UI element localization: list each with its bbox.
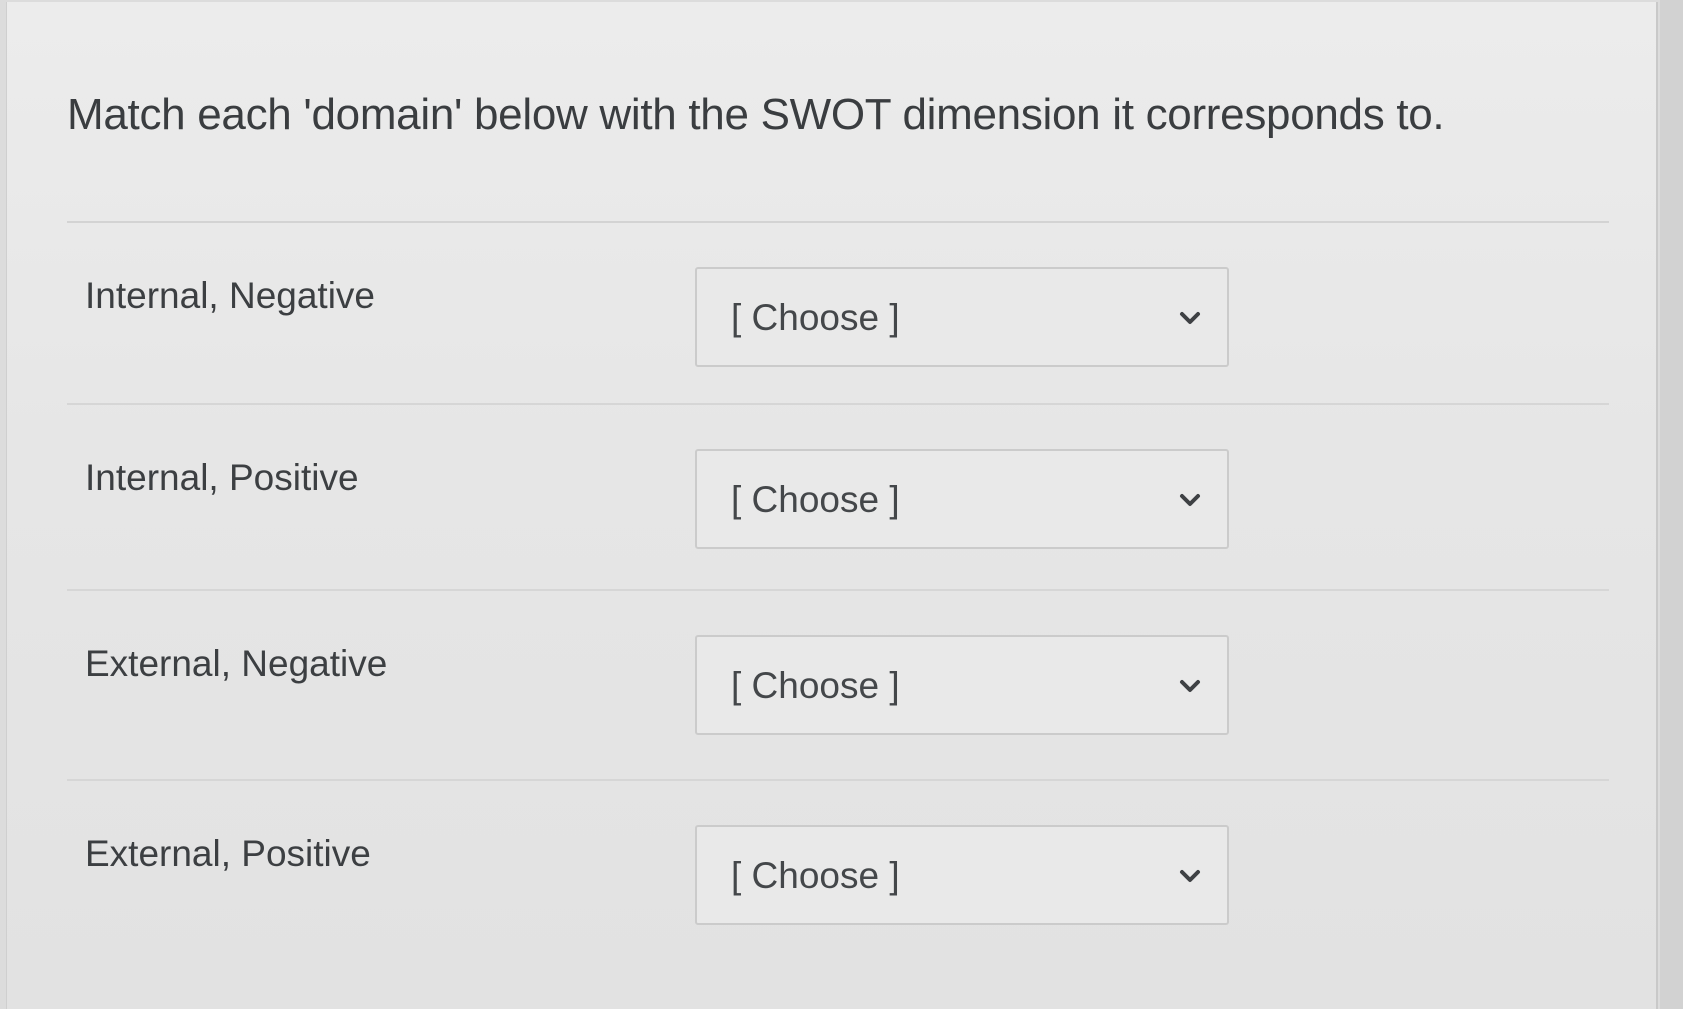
match-row-external-positive: External, Positive [ Choose ]: [67, 781, 1609, 961]
domain-label: External, Negative: [85, 643, 388, 684]
chevron-down-icon: [1180, 680, 1200, 692]
select-value: [ Choose ]: [731, 665, 900, 706]
match-row-internal-positive: Internal, Positive [ Choose ]: [67, 405, 1609, 585]
domain-label: Internal, Positive: [85, 457, 359, 498]
select-value: [ Choose ]: [731, 297, 900, 338]
match-row-internal-negative: Internal, Negative [ Choose ]: [67, 223, 1609, 403]
domain-label: External, Positive: [85, 833, 371, 874]
choose-select-internal-positive[interactable]: [ Choose ]: [695, 449, 1229, 549]
quiz-question-panel: Match each 'domain' below with the SWOT …: [6, 2, 1658, 1009]
chevron-down-icon: [1180, 312, 1200, 324]
chevron-down-icon: [1180, 870, 1200, 882]
match-row-external-negative: External, Negative [ Choose ]: [67, 591, 1609, 771]
domain-label: Internal, Negative: [85, 275, 376, 316]
select-value: [ Choose ]: [731, 855, 900, 896]
choose-select-external-positive[interactable]: [ Choose ]: [695, 825, 1229, 925]
chevron-down-icon: [1180, 494, 1200, 506]
page-edge: [1660, 0, 1683, 1009]
question-text: Match each 'domain' below with the SWOT …: [67, 90, 1445, 139]
choose-select-external-negative[interactable]: [ Choose ]: [695, 635, 1229, 735]
select-value: [ Choose ]: [731, 479, 900, 520]
choose-select-internal-negative[interactable]: [ Choose ]: [695, 267, 1229, 367]
